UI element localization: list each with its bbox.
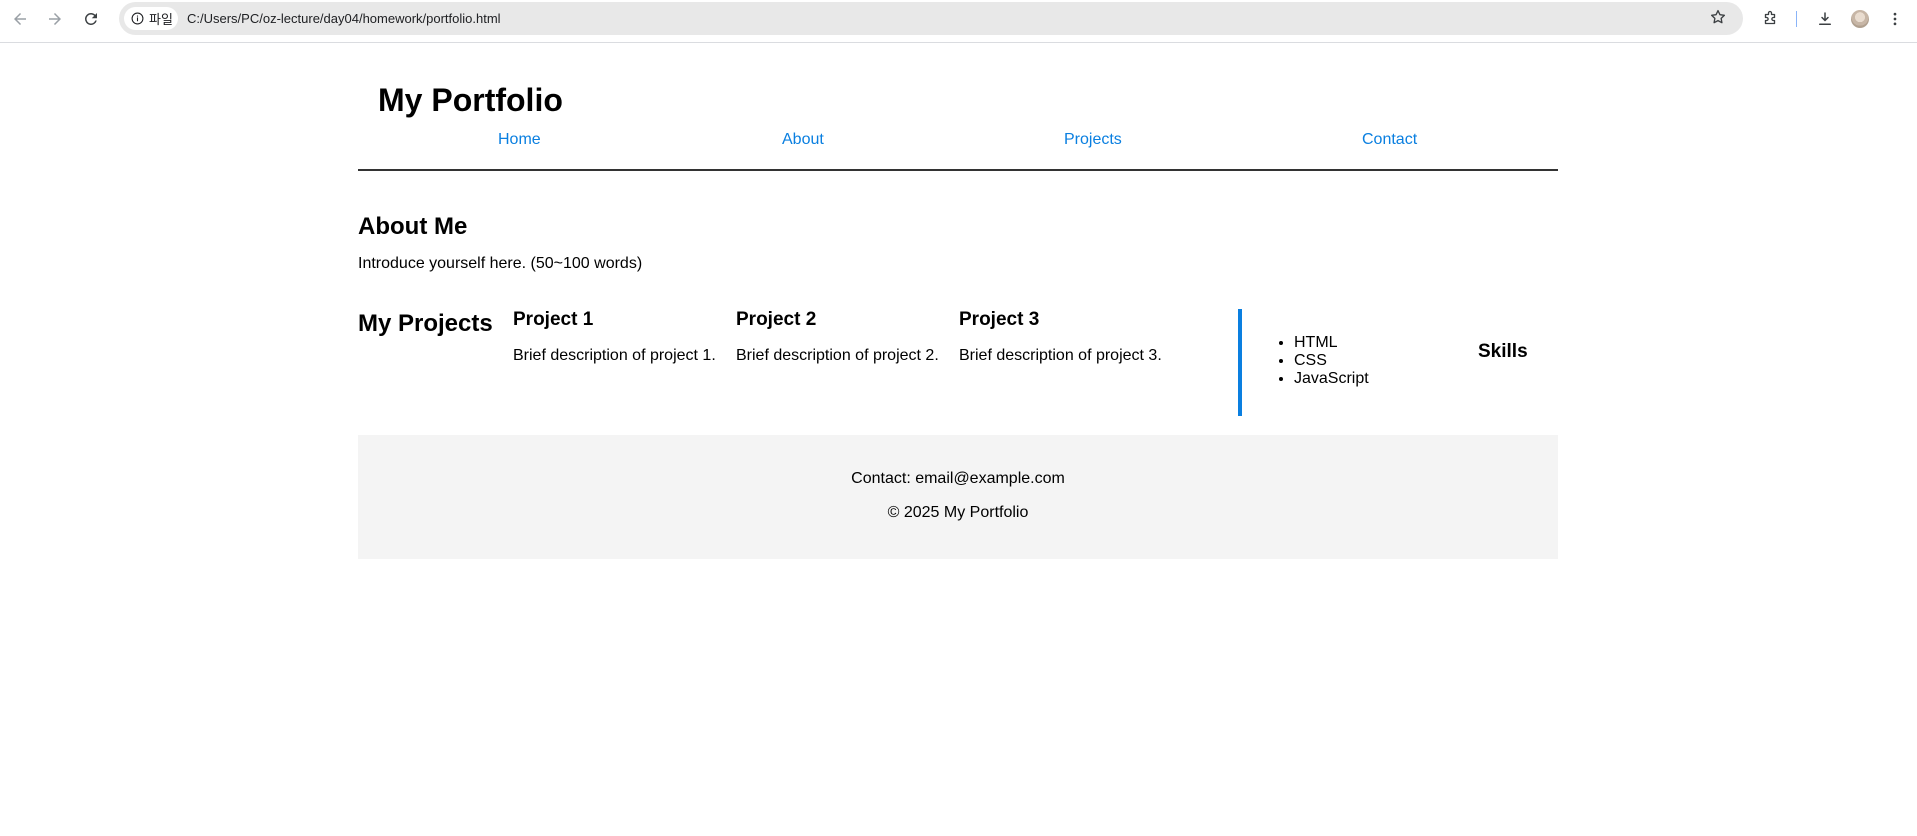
site-footer: Contact: email@example.com © 2025 My Por… xyxy=(358,435,1558,559)
page-container: My Portfolio Home About Projects Contact… xyxy=(358,42,1558,559)
info-icon xyxy=(131,12,144,25)
about-heading: About Me xyxy=(358,213,468,240)
download-icon xyxy=(1819,12,1831,25)
toolbar-divider xyxy=(1796,11,1797,27)
project-card: Project 1 Brief description of project 1… xyxy=(513,309,716,365)
reload-button[interactable] xyxy=(80,8,102,30)
browser-toolbar: 파일 C:/Users/PC/oz-lecture/day04/homework… xyxy=(0,0,1917,43)
site-info-chip[interactable]: 파일 xyxy=(124,7,178,30)
star-icon xyxy=(1710,9,1726,24)
url-text[interactable]: C:/Users/PC/oz-lecture/day04/homework/po… xyxy=(187,11,501,26)
skills-panel: HTML CSS JavaScript Skills xyxy=(1238,309,1558,416)
skill-item: CSS xyxy=(1294,352,1369,370)
skills-heading: Skills xyxy=(1478,341,1528,362)
more-vert-icon xyxy=(1893,12,1897,26)
nav-link-projects[interactable]: Projects xyxy=(1064,131,1122,149)
site-title: My Portfolio xyxy=(378,82,563,118)
project-card: Project 2 Brief description of project 2… xyxy=(736,309,939,365)
extensions-button[interactable] xyxy=(1759,8,1781,30)
profile-avatar[interactable] xyxy=(1851,10,1869,28)
skill-item: JavaScript xyxy=(1294,370,1369,388)
skills-list: HTML CSS JavaScript xyxy=(1278,334,1369,388)
project-title: Project 1 xyxy=(513,309,594,330)
footer-copyright: © 2025 My Portfolio xyxy=(887,504,1029,521)
skill-item: HTML xyxy=(1294,334,1369,352)
nav-link-home[interactable]: Home xyxy=(498,131,541,149)
back-button[interactable] xyxy=(9,8,31,30)
forward-button[interactable] xyxy=(44,8,66,30)
projects-heading: My Projects xyxy=(358,310,493,337)
footer-contact: Contact: email@example.com xyxy=(851,470,1065,487)
reload-icon xyxy=(84,12,97,25)
project-description: Brief description of project 1. xyxy=(513,347,716,364)
more-menu-button[interactable] xyxy=(1884,8,1906,30)
nav-link-contact[interactable]: Contact xyxy=(1362,131,1417,149)
extensions-icon xyxy=(1764,10,1776,25)
address-bar[interactable]: 파일 C:/Users/PC/oz-lecture/day04/homework… xyxy=(119,2,1743,35)
project-card: Project 3 Brief description of project 3… xyxy=(959,309,1162,365)
arrow-right-icon xyxy=(49,13,61,25)
site-header: My Portfolio Home About Projects Contact xyxy=(358,42,1558,171)
project-description: Brief description of project 2. xyxy=(736,347,939,364)
about-text: Introduce yourself here. (50~100 words) xyxy=(358,255,643,272)
arrow-left-icon xyxy=(14,13,26,25)
download-button[interactable] xyxy=(1814,8,1836,30)
site-chip-label: 파일 xyxy=(149,13,173,28)
project-title: Project 2 xyxy=(736,309,817,330)
project-description: Brief description of project 3. xyxy=(959,347,1162,364)
project-title: Project 3 xyxy=(959,309,1040,330)
nav-link-about[interactable]: About xyxy=(782,131,824,149)
bookmark-star-button[interactable] xyxy=(1709,8,1729,28)
